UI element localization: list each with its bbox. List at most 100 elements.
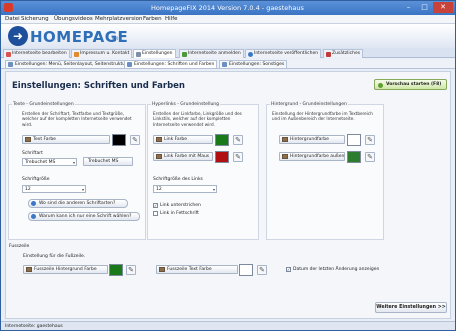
bg-color-swatch[interactable] xyxy=(347,134,361,146)
palette-icon xyxy=(156,137,162,142)
bg-color-button[interactable]: Hintergrundfarbe xyxy=(279,135,345,144)
size-label: Schriftgröße xyxy=(22,177,50,182)
app-header: ➜ HOMEPAGE FIX xyxy=(1,24,455,48)
tab-einstellungen[interactable]: Einstellungen xyxy=(133,49,176,58)
globe-icon xyxy=(248,52,253,57)
text-group-description: Erstellen der Schriftart, Textfarbe und … xyxy=(22,111,132,127)
further-settings-button[interactable]: Weitere Einstellungen >> xyxy=(375,302,447,313)
minimize-button[interactable]: – xyxy=(401,2,416,13)
edit-icon xyxy=(6,52,11,57)
logo-arrow-icon: ➜ xyxy=(8,26,28,46)
link-color-swatch[interactable] xyxy=(215,134,229,146)
settings-sub-tabs: Einstellungen: Menü, Seitenlayout, Seite… xyxy=(1,59,455,69)
menu-uebungsvideos[interactable]: Übungsvideos xyxy=(54,16,93,22)
palette-icon xyxy=(159,267,165,272)
link-size-label: Schriftgröße des Links xyxy=(153,177,203,182)
palette-icon xyxy=(282,154,288,159)
chevron-down-icon: ▾ xyxy=(212,187,215,192)
footer-bg-color-swatch[interactable] xyxy=(109,264,123,276)
palette-icon xyxy=(156,154,162,159)
link-hover-color-button[interactable]: Link Farbe mit Maus xyxy=(153,152,213,161)
menu-bar: Datei Sicherung Übungsvideos Mehrplatzve… xyxy=(1,15,455,24)
footer-text-pencil-icon[interactable]: ✎ xyxy=(257,265,267,275)
extras-icon xyxy=(326,52,331,57)
tab-internetseite-bearbeiten[interactable]: Internetseite bearbeiten xyxy=(3,49,70,58)
homepage-logo: ➜ HOMEPAGE FIX xyxy=(8,26,138,46)
link-group-title: Hyperlinks - Grundeinstellung xyxy=(151,102,221,107)
main-nav-tabs: Internetseite bearbeiten Impressum u. Ko… xyxy=(1,48,455,58)
maximize-button[interactable]: □ xyxy=(417,2,432,13)
outer-bg-pencil-icon[interactable]: ✎ xyxy=(365,152,375,162)
footer-text-color-swatch[interactable] xyxy=(239,264,253,276)
fonts-help-button[interactable]: Wo sind die anderen Schriftarten? xyxy=(28,199,128,208)
font-select[interactable]: Trebuchet MS ▾ xyxy=(22,158,77,166)
menu-sicherung[interactable]: Sicherung xyxy=(21,16,49,22)
footer-bg-color-button[interactable]: Fusszeile Hintergrund Farbe xyxy=(23,265,108,274)
footer-settings-group: Fusszeile Einstellung für die Fußzeile. … xyxy=(8,244,388,294)
link-underline-checkbox[interactable]: ✓ Link unterstrichen xyxy=(153,203,201,208)
link-color-button[interactable]: Link Farbe xyxy=(153,135,213,144)
question-icon xyxy=(31,214,36,219)
link-hover-pencil-icon[interactable]: ✎ xyxy=(233,152,243,162)
chevron-down-icon: ▾ xyxy=(81,187,84,192)
palette-icon xyxy=(26,267,32,272)
footer-group-description: Einstellung für die Fußzeile. xyxy=(23,254,86,259)
play-icon xyxy=(378,83,383,88)
single-font-help-button[interactable]: Warum kann ich nur eine Schrift wählen? xyxy=(28,212,140,221)
menu-datei[interactable]: Datei xyxy=(5,16,20,22)
font-icon xyxy=(127,62,132,67)
register-icon xyxy=(182,52,187,57)
subtab-sonstiges[interactable]: Einstellungen: Sonstiges xyxy=(219,60,288,68)
document-icon xyxy=(74,52,79,57)
menu-hilfe[interactable]: Hilfe xyxy=(165,16,178,22)
font-preview-button[interactable]: Trebuchet MS xyxy=(83,157,133,166)
tab-zusaetzliches[interactable]: Zusätzliches xyxy=(323,49,364,58)
text-color-pencil-icon[interactable]: ✎ xyxy=(130,135,140,145)
link-color-pencil-icon[interactable]: ✎ xyxy=(233,135,243,145)
close-button[interactable]: ✕ xyxy=(433,2,453,13)
settings-icon xyxy=(222,62,227,67)
subtab-menu-layout[interactable]: Einstellungen: Menü, Seitenlayout, Seite… xyxy=(5,60,130,68)
page-title: Einstellungen: Schriften und Farben xyxy=(12,81,185,91)
logo-sub: FIX xyxy=(112,36,119,41)
text-color-button[interactable]: Text Farbe xyxy=(22,135,110,144)
show-last-modified-checkbox[interactable]: ✓ Datum der letzten Änderung anzeigen xyxy=(286,267,379,272)
text-group-title: Texte - Grundeinstellungen xyxy=(12,102,75,107)
font-label: Schriftart xyxy=(22,151,43,156)
bg-color-pencil-icon[interactable]: ✎ xyxy=(365,135,375,145)
palette-icon xyxy=(282,137,288,142)
link-hover-color-swatch[interactable] xyxy=(215,151,229,163)
tab-impressum[interactable]: Impressum u. Kontakt xyxy=(71,49,133,58)
bg-group-title: Hintergrund - Grundeinstellungen xyxy=(270,102,348,107)
tab-internetseite-anmelden[interactable]: Internetseite anmelden xyxy=(179,49,244,58)
palette-icon xyxy=(25,137,31,142)
bg-group-description: Einstellung der Hintergrundfarbe im Text… xyxy=(272,111,373,122)
question-icon xyxy=(31,201,36,206)
chevron-down-icon: ▾ xyxy=(72,160,75,165)
gear-icon xyxy=(136,52,141,57)
app-icon xyxy=(4,3,13,12)
tab-internetseite-veroeffentlichen[interactable]: Internetseite veröffentlichen xyxy=(245,49,322,58)
link-group-description: Erstellen der Linkfarbe, Linkgröße und d… xyxy=(153,111,242,127)
title-bar: HomepageFIX 2014 Version 7.0.4 - gaesteh… xyxy=(1,1,455,15)
settings-panel: Einstellungen: Schriften und Farben Vors… xyxy=(5,71,451,319)
footer-text-color-button[interactable]: Fusszeile Text Farbe xyxy=(156,265,238,274)
link-size-select[interactable]: 12 ▾ xyxy=(153,185,217,193)
text-color-swatch[interactable] xyxy=(112,134,126,146)
link-settings-group: Hyperlinks - Grundeinstellung Erstellen … xyxy=(147,102,259,240)
size-select[interactable]: 12 ▾ xyxy=(22,185,86,193)
footer-bg-pencil-icon[interactable]: ✎ xyxy=(126,265,136,275)
outer-bg-color-button[interactable]: Hintergrundfarbe außen xyxy=(279,152,345,161)
footer-group-title: Fusszeile xyxy=(9,244,30,249)
window-title: HomepageFIX 2014 Version 7.0.4 - gaesteh… xyxy=(151,4,304,12)
menu-mehrplatzversion[interactable]: Mehrplatzversion xyxy=(95,16,142,22)
preview-button[interactable]: Vorschau starten (F8) xyxy=(374,79,447,90)
menu-farben[interactable]: Farben xyxy=(143,16,162,22)
link-bold-checkbox[interactable]: Link in Fettschrift xyxy=(153,211,199,216)
outer-bg-color-swatch[interactable] xyxy=(347,151,361,163)
app-window: HomepageFIX 2014 Version 7.0.4 - gaesteh… xyxy=(0,0,456,331)
subtab-schriften-farben[interactable]: Einstellungen: Schriften und Farben xyxy=(124,60,218,68)
menu-icon xyxy=(8,62,13,67)
text-settings-group: Texte - Grundeinstellungen Erstellen der… xyxy=(8,102,146,240)
background-settings-group: Hintergrund - Grundeinstellungen Einstel… xyxy=(266,102,384,240)
